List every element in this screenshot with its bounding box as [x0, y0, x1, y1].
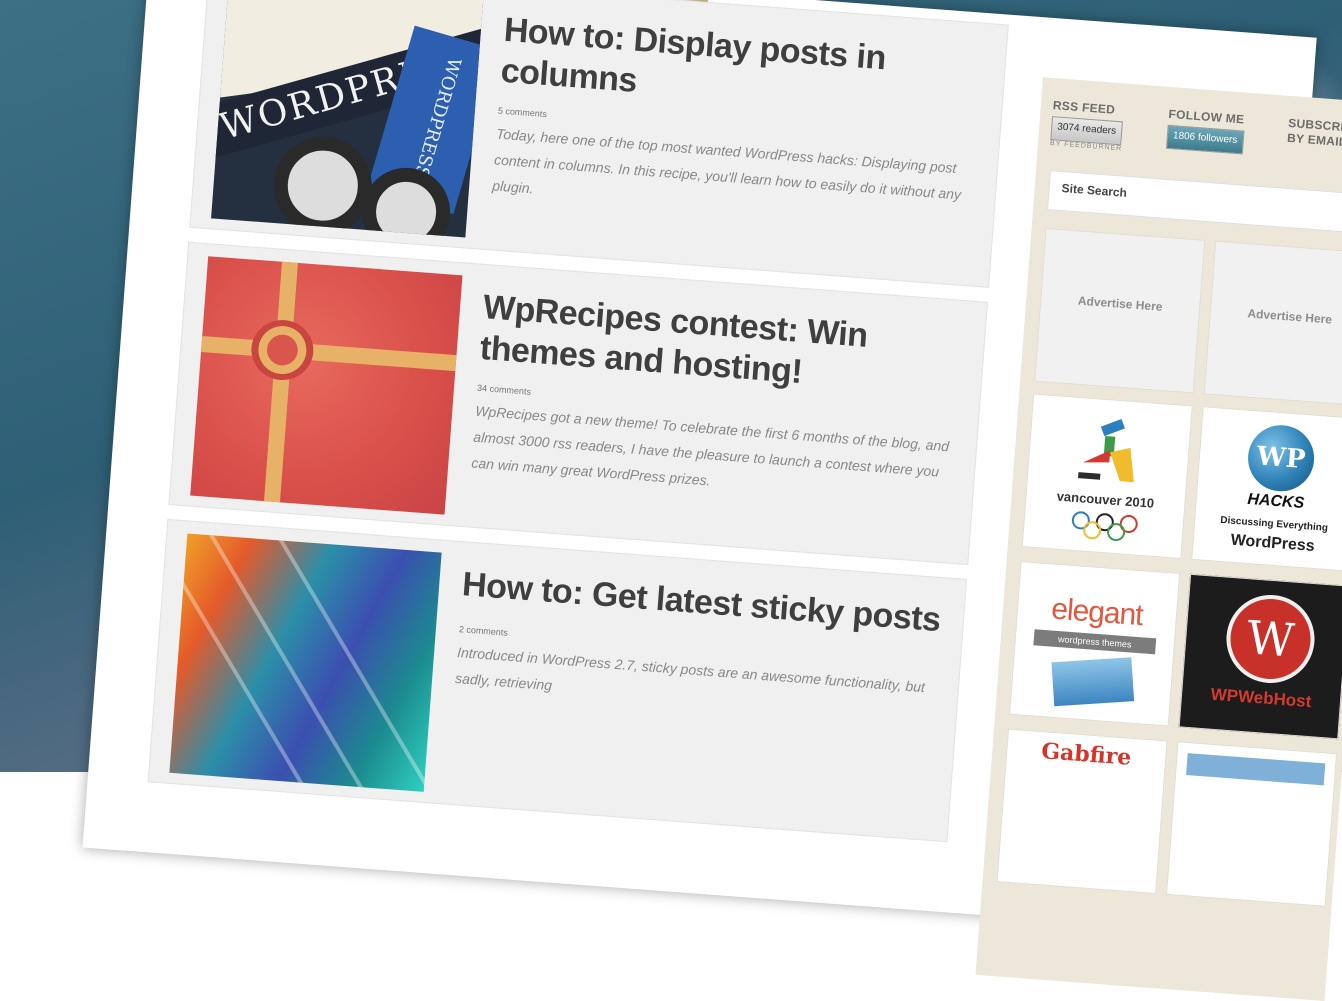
follow-count: 1806 — [1172, 130, 1196, 143]
theme-preview-image — [1051, 657, 1135, 707]
wphacks-logo-icon: WP — [1245, 422, 1317, 494]
rss-feed-label: RSS FEED — [1052, 98, 1116, 117]
post-title-link[interactable]: How to: Display posts in columns — [499, 10, 984, 129]
post-excerpt: Introduced in WordPress 2.7, sticky post… — [454, 644, 926, 696]
sponsor-vancouver-2010[interactable]: vancouver 2010 — [1021, 393, 1193, 560]
wphacks-name: HACKS — [1246, 490, 1305, 513]
sponsor-wphacks[interactable]: WP HACKS Discussing Everything WordPress — [1191, 406, 1342, 572]
sponsor-wpwebhost[interactable]: W WPWebHost — [1178, 573, 1342, 740]
post-item: WpRecipes contest: Win themes and hostin… — [168, 241, 988, 566]
post-excerpt: WpRecipes got a new theme! To celebrate … — [470, 402, 950, 489]
follow-me-label: FOLLOW ME — [1168, 106, 1245, 127]
post-thumbnail[interactable]: WORDPRE WORDPRESS — [211, 0, 484, 238]
follow-unit: followers — [1197, 132, 1238, 147]
post-thumbnail[interactable] — [190, 256, 463, 515]
post-item: How to: Get latest sticky posts 2 commen… — [147, 518, 968, 843]
rss-unit: readers — [1081, 123, 1117, 137]
post-comments-link[interactable]: 34 comments — [477, 383, 532, 397]
vancouver-inukshuk-icon — [1078, 418, 1134, 483]
olympic-rings-icon — [1071, 511, 1138, 542]
post-comments-link[interactable]: 2 comments — [459, 624, 509, 638]
sponsor-banner-bar — [1186, 753, 1326, 786]
post-excerpt: Today, here one of the top most wanted W… — [491, 125, 962, 203]
gift-bow-icon — [249, 317, 316, 383]
site-search-input[interactable] — [1059, 179, 1334, 217]
search-box — [1047, 170, 1342, 235]
ad-slot[interactable]: Advertise Here — [1034, 227, 1206, 394]
sponsor-gabfire[interactable]: Gabfire — [996, 728, 1168, 895]
ad-slot[interactable]: Advertise Here — [1203, 240, 1342, 407]
ad-slot-text: Advertise Here — [1077, 293, 1163, 314]
post-comments-link[interactable]: 5 comments — [498, 106, 548, 120]
subscribe-email-link[interactable]: SUBSCRIBE BY EMAIL — [1287, 116, 1342, 153]
wpwebhost-logo-icon: W — [1223, 591, 1318, 687]
post-title-link[interactable]: WpRecipes contest: Win themes and hostin… — [478, 287, 963, 406]
post-title-link[interactable]: How to: Get latest sticky posts — [461, 564, 963, 643]
gabfire-logo: Gabfire — [1040, 738, 1133, 771]
post-thumbnail[interactable] — [169, 533, 442, 792]
twitter-followers-badge[interactable]: 1806 followers — [1165, 124, 1245, 155]
wpwebhost-name: WPWebHost — [1210, 684, 1312, 712]
sidebar: RSS FEED 3074 readers BY FEEDBURNER FOLL… — [975, 77, 1342, 1001]
post-item: WORDPRE WORDPRESS How to: Display posts … — [189, 0, 1009, 288]
blog-page: WORDPRE WORDPRESS How to: Display posts … — [82, 0, 1342, 1001]
sponsor-banner[interactable] — [1166, 741, 1338, 907]
ad-slot-text: Advertise Here — [1246, 306, 1333, 327]
rss-count: 3074 — [1056, 121, 1080, 135]
sponsor-elegant-themes[interactable]: elegant wordpress themes — [1009, 560, 1181, 727]
